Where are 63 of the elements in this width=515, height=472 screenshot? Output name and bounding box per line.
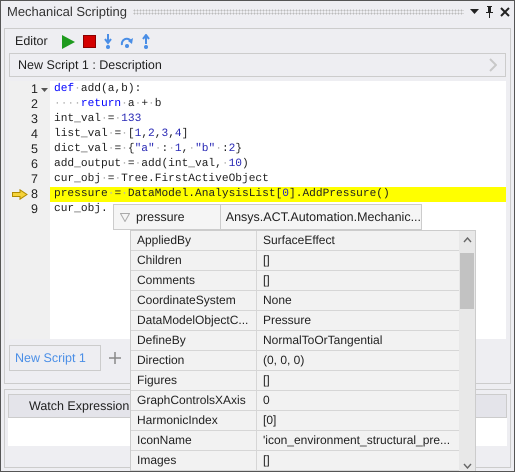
step-over-icon[interactable] — [120, 36, 134, 48]
script-tab[interactable]: New Script 1 — [9, 344, 101, 372]
line-number: 9 — [31, 202, 38, 217]
scroll-down-icon[interactable] — [462, 463, 472, 469]
code-line: add_output·=·add(int_val,·10) — [53, 157, 249, 172]
line-number: 4 — [31, 127, 38, 142]
property-value: [0] — [262, 412, 276, 429]
description-text: New Script 1 : Description — [18, 56, 162, 74]
scrollbar[interactable] — [459, 231, 475, 471]
property-value: SurfaceEffect — [262, 232, 335, 249]
property-name: DefineBy — [131, 331, 257, 350]
property-name: Comments — [131, 271, 257, 290]
line-number: 8 — [31, 187, 38, 202]
code-line: def·add(a,b): — [53, 82, 142, 97]
property-value: 'icon_environment_structural_pre... — [262, 432, 450, 449]
code-line: ····return·a·+·b — [53, 97, 162, 112]
pin-icon[interactable] — [485, 6, 494, 18]
property-value: [] — [262, 372, 270, 389]
column-title: Watch Expression — [29, 398, 130, 415]
property-name: IconName — [131, 431, 257, 450]
step-into-icon[interactable] — [104, 34, 112, 49]
line-number: 7 — [31, 172, 38, 187]
play-icon[interactable] — [62, 34, 75, 48]
line-number: 6 — [31, 157, 38, 172]
fold-caret-icon[interactable] — [41, 88, 48, 92]
property-value: None — [262, 292, 292, 309]
property-name: Children — [131, 251, 257, 270]
property-name: Direction — [131, 351, 257, 370]
code-line: int_val·=·133 — [53, 112, 142, 127]
property-name: DataModelObjectC... — [131, 311, 257, 330]
variable-type: Ansys.ACT.Automation.Mechanic... — [224, 208, 421, 226]
line-number: 3 — [31, 112, 38, 127]
property-name: GraphControlsXAxis — [131, 391, 257, 410]
code-line: cur_obj·=·Tree.FirstActiveObject — [53, 172, 269, 187]
property-name: Images — [131, 451, 257, 470]
scroll-thumb[interactable] — [460, 253, 474, 309]
dropdown-icon[interactable] — [470, 9, 479, 15]
property-value: [] — [262, 252, 270, 269]
close-icon[interactable] — [500, 7, 510, 17]
property-value: [] — [262, 452, 270, 469]
property-value: (0, 0, 0) — [262, 352, 304, 369]
property-value: NormalToOrTangential — [262, 332, 382, 349]
window-title: Mechanical Scripting — [7, 3, 127, 22]
triangle-icon — [120, 212, 130, 222]
property-name: Figures — [131, 371, 257, 390]
line-number: 5 — [31, 142, 38, 157]
add-tab-icon[interactable] — [108, 352, 121, 364]
code-line: dict_val·=·{"a"·:·1,·"b"·:2} — [53, 142, 242, 157]
editor-label: Editor — [15, 33, 48, 50]
code-line: list_val·=·[1,2,3,4] — [53, 127, 188, 142]
property-value: [] — [262, 272, 270, 289]
line-number: 2 — [31, 97, 38, 112]
step-out-icon[interactable] — [142, 34, 150, 49]
code-line: cur_obj. — [53, 202, 108, 217]
property-value: Pressure — [262, 312, 312, 329]
property-name: HarmonicIndex — [131, 411, 257, 430]
variable-name: pressure — [136, 208, 185, 226]
property-name: AppliedBy — [131, 231, 257, 250]
stop-icon[interactable] — [82, 35, 96, 48]
scroll-up-icon[interactable] — [462, 237, 472, 243]
line-number: 1 — [31, 82, 38, 97]
property-name: CoordinateSystem — [131, 291, 257, 310]
property-value: 0 — [262, 392, 270, 409]
